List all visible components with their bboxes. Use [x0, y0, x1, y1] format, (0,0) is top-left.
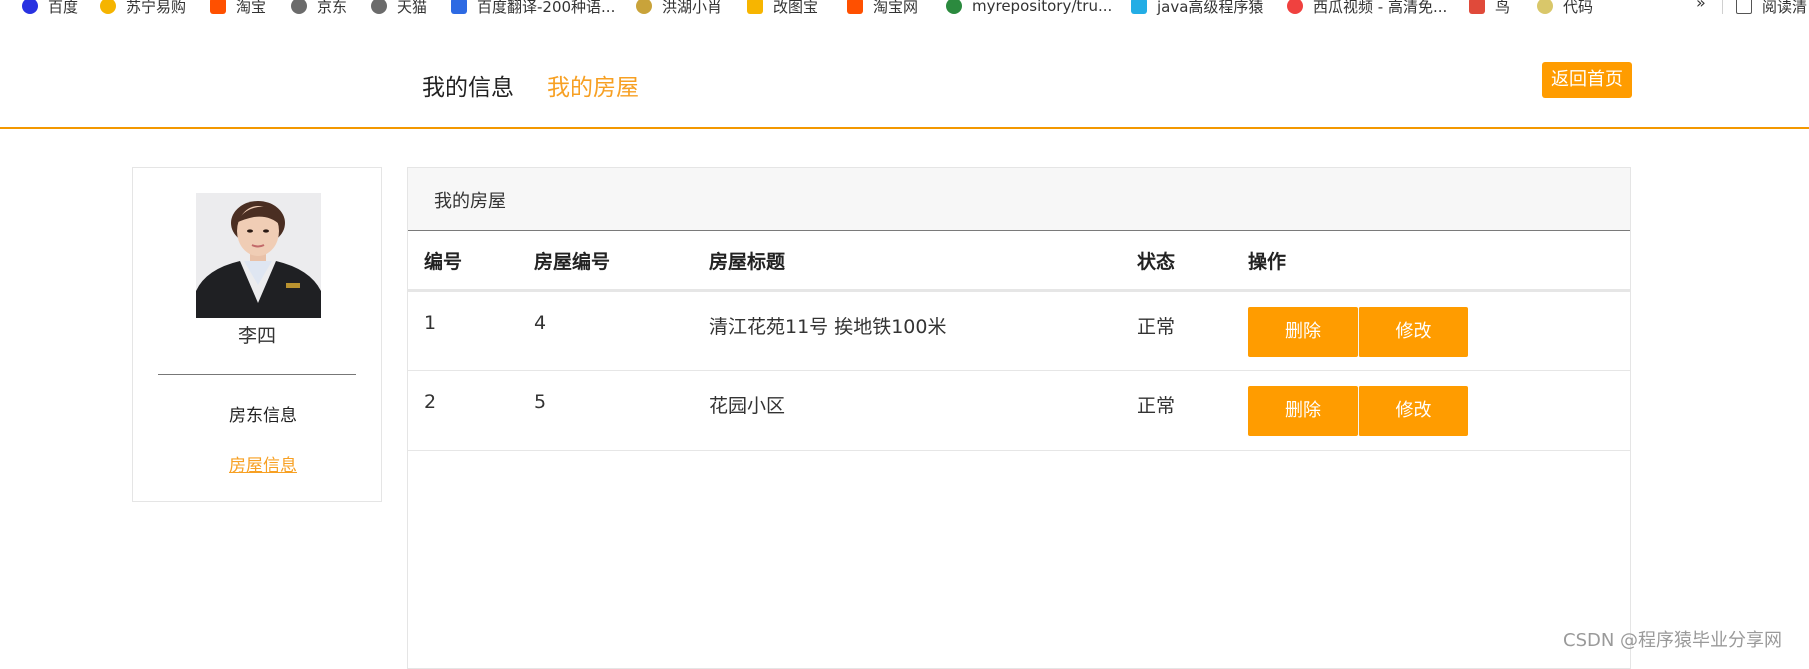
cell-actions: 删除 修改 — [1232, 370, 1630, 451]
house-table: 编号 房屋编号 房屋标题 状态 操作 1 4 清江花苑11号 挨地铁100米 正… — [408, 231, 1630, 451]
bookmark-label: 洪湖小肖 — [662, 0, 723, 16]
bookmarks-bar: 百度 苏宁易购 淘宝 京东 天猫 百度翻译-200种语... 洪湖小肖 改图宝 … — [0, 0, 1809, 27]
suning-icon — [100, 0, 116, 14]
bookmark-bird[interactable]: 鸟 — [1469, 0, 1510, 18]
bookmark-label: 代码 — [1563, 0, 1594, 16]
table-row: 1 4 清江花苑11号 挨地铁100米 正常 删除 修改 — [408, 290, 1630, 371]
bookmark-baidu-translate[interactable]: 百度翻译-200种语... — [451, 0, 615, 18]
column-header-status: 状态 — [1121, 231, 1232, 292]
bookmark-label: 百度 — [48, 0, 79, 16]
cell-id: 1 — [408, 290, 518, 371]
bookmark-label: 苏宁易购 — [126, 0, 187, 16]
house-info-link[interactable]: 房屋信息 — [133, 451, 393, 476]
translate-icon — [451, 0, 467, 14]
panel-title: 我的房屋 — [434, 191, 506, 212]
cell-status: 正常 — [1121, 370, 1232, 451]
cell-house-id: 4 — [518, 290, 693, 371]
nav-my-house[interactable]: 我的房屋 — [547, 68, 639, 102]
chrome-icon — [946, 0, 962, 14]
bookmarks-divider — [1722, 0, 1723, 14]
bookmark-label: 鸟 — [1495, 0, 1511, 16]
bookmark-taobao-net[interactable]: 淘宝网 — [847, 0, 918, 18]
column-header-house-id: 房屋编号 — [518, 231, 693, 292]
landlord-info-link[interactable]: 房东信息 — [133, 401, 393, 426]
cell-id: 2 — [408, 370, 518, 451]
delete-button[interactable]: 删除 — [1248, 307, 1358, 357]
bird-icon — [1469, 0, 1485, 14]
reading-list-label: 阅读清 — [1762, 0, 1808, 16]
baidu-icon — [22, 0, 38, 14]
taobao-icon — [847, 0, 863, 14]
cell-actions: 删除 修改 — [1232, 290, 1630, 371]
xigua-icon — [1287, 0, 1303, 14]
panel-header: 我的房屋 — [408, 168, 1630, 231]
bookmark-code[interactable]: 代码 — [1537, 0, 1593, 18]
my-house-panel: 我的房屋 编号 房屋编号 房屋标题 状态 操作 1 4 清江花苑11号 挨地铁1… — [407, 167, 1631, 669]
table-row: 2 5 花园小区 正常 删除 修改 — [408, 370, 1630, 451]
cell-title: 花园小区 — [693, 370, 1121, 451]
bookmark-baidu[interactable]: 百度 — [22, 0, 78, 18]
csdn-watermark: CSDN @程序猿毕业分享网 — [1563, 630, 1783, 651]
nav-my-info[interactable]: 我的信息 — [422, 68, 514, 102]
bookmark-label: 京东 — [317, 0, 348, 16]
bookmark-myrepository[interactable]: myrepository/tru... — [946, 0, 1112, 18]
bookmark-suning[interactable]: 苏宁易购 — [100, 0, 186, 18]
globe-icon — [291, 0, 307, 14]
profile-name: 李四 — [237, 325, 276, 347]
bilibili-icon — [1131, 0, 1147, 14]
taobao-icon — [210, 0, 226, 14]
column-header-title: 房屋标题 — [693, 231, 1121, 292]
table-header-row: 编号 房屋编号 房屋标题 状态 操作 — [408, 231, 1630, 292]
profile-divider — [158, 374, 356, 375]
profile-card: 李四 房东信息 房屋信息 — [132, 167, 382, 502]
bookmark-label: 改图宝 — [773, 0, 819, 16]
bookmark-label: 淘宝 — [236, 0, 267, 16]
bookmark-label: 天猫 — [397, 0, 428, 16]
bookmark-label: 百度翻译-200种语... — [477, 0, 616, 16]
bookmark-xigua[interactable]: 西瓜视频 - 高清免... — [1287, 0, 1447, 18]
avatar — [196, 193, 321, 318]
cell-status: 正常 — [1121, 290, 1232, 371]
globe-icon — [371, 0, 387, 14]
bookmark-gaitubao[interactable]: 改图宝 — [747, 0, 818, 18]
reading-list-button[interactable]: 阅读清 — [1736, 0, 1807, 18]
column-header-id: 编号 — [408, 231, 518, 292]
back-home-button[interactable]: 返回首页 — [1542, 62, 1632, 98]
gaitubao-icon — [747, 0, 763, 14]
edit-button[interactable]: 修改 — [1358, 307, 1468, 357]
bookmark-tmall[interactable]: 天猫 — [371, 0, 427, 18]
delete-button[interactable]: 删除 — [1248, 386, 1358, 436]
column-header-actions: 操作 — [1232, 231, 1630, 292]
cell-house-id: 5 — [518, 370, 693, 451]
bookmark-label: myrepository/tru... — [972, 0, 1113, 15]
edit-button[interactable]: 修改 — [1358, 386, 1468, 436]
bee-icon — [636, 0, 652, 14]
bookmark-jd[interactable]: 京东 — [291, 0, 347, 18]
page-header: 我的信息 我的房屋 返回首页 — [0, 26, 1809, 129]
bookmarks-more-button[interactable]: » — [1696, 0, 1706, 12]
bookmark-taobao[interactable]: 淘宝 — [210, 0, 266, 18]
reading-list-icon — [1736, 0, 1752, 14]
code-icon — [1537, 0, 1553, 14]
cell-title: 清江花苑11号 挨地铁100米 — [693, 290, 1121, 371]
bookmark-label: java高级程序猿 — [1157, 0, 1264, 16]
bookmark-honghu[interactable]: 洪湖小肖 — [636, 0, 722, 18]
bookmark-java[interactable]: java高级程序猿 — [1131, 0, 1263, 18]
bookmark-label: 西瓜视频 - 高清免... — [1313, 0, 1448, 16]
avatar-photo — [196, 193, 321, 318]
bookmark-label: 淘宝网 — [873, 0, 919, 16]
